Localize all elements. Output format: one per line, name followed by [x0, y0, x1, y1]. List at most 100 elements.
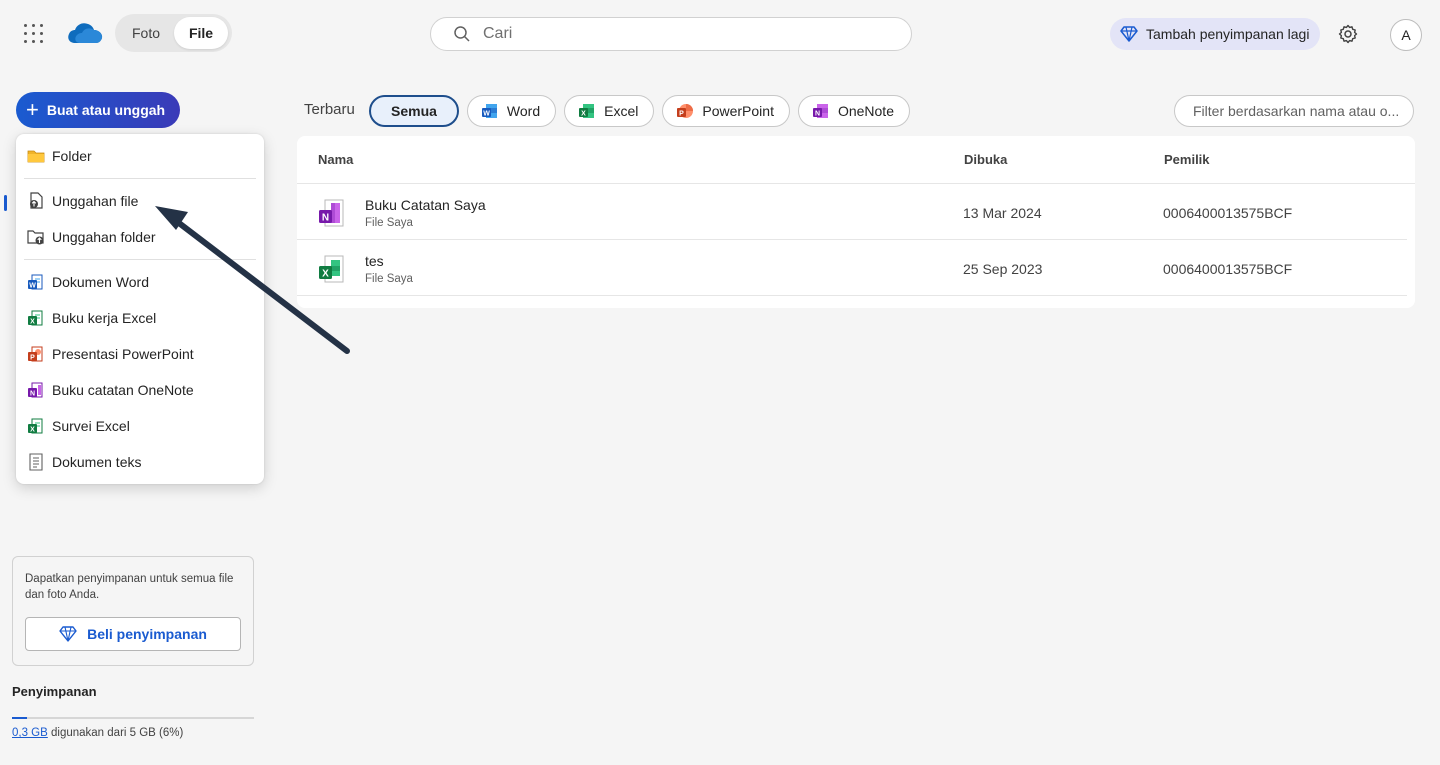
- text-document-icon: [26, 452, 46, 472]
- create-or-upload-label: Buat atau unggah: [46, 102, 166, 118]
- onenote-icon: N: [812, 102, 830, 120]
- file-type-filters: Semua W Word X Excel P PowerPoint N OneN…: [369, 95, 918, 127]
- settings-gear-icon[interactable]: [1336, 22, 1360, 46]
- menu-item-upload-file[interactable]: Unggahan file: [16, 183, 264, 219]
- svg-text:X: X: [30, 318, 35, 325]
- create-or-upload-button[interactable]: + Buat atau unggah: [16, 92, 180, 128]
- pill-label: Word: [506, 103, 541, 119]
- pill-label: Semua: [391, 103, 437, 119]
- word-icon: W: [481, 102, 499, 120]
- menu-divider: [24, 259, 256, 260]
- app-launcher-icon[interactable]: [22, 22, 46, 46]
- file-opened-date: 13 Mar 2024: [963, 205, 1042, 221]
- filter-word-pill[interactable]: W Word: [466, 95, 557, 127]
- search-input[interactable]: [483, 25, 883, 43]
- menu-item-label: Unggahan file: [52, 193, 139, 209]
- svg-text:P: P: [680, 110, 685, 117]
- pill-label: PowerPoint: [702, 103, 774, 119]
- filter-all-pill[interactable]: Semua: [369, 95, 459, 127]
- word-icon: W: [26, 272, 46, 292]
- recent-files-table: Nama Dibuka Pemilik N Buku Catatan Saya …: [297, 136, 1415, 308]
- column-header-owner[interactable]: Pemilik: [1164, 152, 1210, 167]
- svg-text:N: N: [322, 213, 329, 224]
- storage-usage-text: 0,3 GB digunakan dari 5 GB (6%): [12, 727, 183, 739]
- menu-item-folder[interactable]: Folder: [16, 138, 264, 174]
- column-header-name[interactable]: Nama: [318, 152, 353, 167]
- storage-used-rest: digunakan dari 5 GB (6%): [47, 727, 184, 739]
- menu-item-label: Dokumen teks: [52, 454, 142, 470]
- column-header-opened[interactable]: Dibuka: [964, 152, 1007, 167]
- file-owner: 0006400013575BCF: [1163, 261, 1293, 277]
- filter-by-name-box[interactable]: [1174, 95, 1414, 127]
- svg-text:N: N: [815, 110, 820, 117]
- storage-usage-fill: [12, 717, 27, 719]
- excel-file-icon: X: [317, 254, 347, 284]
- buy-storage-button[interactable]: Beli penyimpanan: [25, 617, 241, 651]
- storage-used-link[interactable]: 0,3 GB: [12, 727, 48, 739]
- storage-title: Penyimpanan: [12, 684, 97, 699]
- menu-item-onenote-notebook[interactable]: N Buku catatan OneNote: [16, 372, 264, 408]
- diamond-icon: [1120, 26, 1138, 42]
- menu-item-text-document[interactable]: Dokumen teks: [16, 444, 264, 480]
- filter-onenote-pill[interactable]: N OneNote: [797, 95, 910, 127]
- add-storage-button[interactable]: Tambah penyimpanan lagi: [1110, 18, 1320, 50]
- file-location: File Saya: [365, 217, 413, 229]
- menu-item-label: Buku kerja Excel: [52, 310, 157, 326]
- excel-icon: X: [26, 308, 46, 328]
- menu-divider: [24, 178, 256, 179]
- table-row[interactable]: X tes File Saya 25 Sep 2023 000640001357…: [297, 240, 1407, 296]
- menu-item-label: Presentasi PowerPoint: [52, 346, 194, 362]
- onedrive-logo-icon[interactable]: [66, 19, 104, 52]
- search-icon: [454, 26, 470, 42]
- filter-excel-pill[interactable]: X Excel: [564, 95, 655, 127]
- plus-icon: +: [26, 97, 39, 122]
- sidebar-selection-indicator: [4, 195, 7, 211]
- svg-text:W: W: [29, 282, 36, 289]
- menu-item-label: Folder: [52, 148, 92, 164]
- storage-promo-text: Dapatkan penyimpanan untuk semua file da…: [25, 573, 234, 601]
- tab-files[interactable]: File: [174, 17, 228, 49]
- menu-item-excel-workbook[interactable]: X Buku kerja Excel: [16, 300, 264, 336]
- table-row[interactable]: N Buku Catatan Saya File Saya 13 Mar 202…: [297, 184, 1407, 240]
- powerpoint-icon: P: [676, 102, 694, 120]
- file-location: File Saya: [365, 273, 413, 285]
- menu-item-upload-folder[interactable]: Unggahan folder: [16, 219, 264, 255]
- file-name[interactable]: tes: [365, 253, 384, 269]
- storage-usage-bar: [12, 717, 254, 719]
- filter-by-name-input[interactable]: [1193, 103, 1403, 119]
- onenote-file-icon: N: [317, 198, 347, 228]
- filter-powerpoint-pill[interactable]: P PowerPoint: [662, 95, 790, 127]
- menu-item-label: Buku catatan OneNote: [52, 382, 194, 398]
- menu-item-word-document[interactable]: W Dokumen Word: [16, 264, 264, 300]
- storage-promo-card: Dapatkan penyimpanan untuk semua file da…: [12, 556, 254, 666]
- svg-text:X: X: [30, 426, 35, 433]
- excel-survey-icon: X: [26, 416, 46, 436]
- buy-storage-label: Beli penyimpanan: [87, 626, 207, 642]
- excel-icon: X: [578, 102, 596, 120]
- file-name[interactable]: Buku Catatan Saya: [365, 197, 486, 213]
- create-menu: Folder Unggahan file Unggahan folder W D…: [16, 134, 264, 484]
- menu-item-label: Unggahan folder: [52, 229, 156, 245]
- powerpoint-icon: P: [26, 344, 46, 364]
- account-avatar[interactable]: A: [1390, 19, 1422, 51]
- svg-text:N: N: [30, 390, 35, 397]
- tab-photos[interactable]: Foto: [118, 17, 174, 49]
- file-upload-icon: [26, 191, 46, 211]
- svg-text:X: X: [581, 110, 586, 117]
- svg-text:X: X: [322, 269, 329, 280]
- file-opened-date: 25 Sep 2023: [963, 261, 1043, 277]
- view-switcher: Foto File: [115, 14, 232, 52]
- add-storage-label: Tambah penyimpanan lagi: [1146, 26, 1310, 42]
- search-box[interactable]: [430, 17, 912, 51]
- pill-label: Excel: [604, 103, 639, 119]
- folder-icon: [26, 146, 46, 166]
- folder-upload-icon: [26, 227, 46, 247]
- file-owner: 0006400013575BCF: [1163, 205, 1293, 221]
- menu-item-label: Survei Excel: [52, 418, 130, 434]
- menu-item-powerpoint-presentation[interactable]: P Presentasi PowerPoint: [16, 336, 264, 372]
- pill-label: OneNote: [837, 103, 894, 119]
- menu-item-excel-survey[interactable]: X Survei Excel: [16, 408, 264, 444]
- menu-item-label: Dokumen Word: [52, 274, 150, 290]
- svg-text:W: W: [483, 110, 490, 117]
- svg-text:P: P: [30, 354, 35, 361]
